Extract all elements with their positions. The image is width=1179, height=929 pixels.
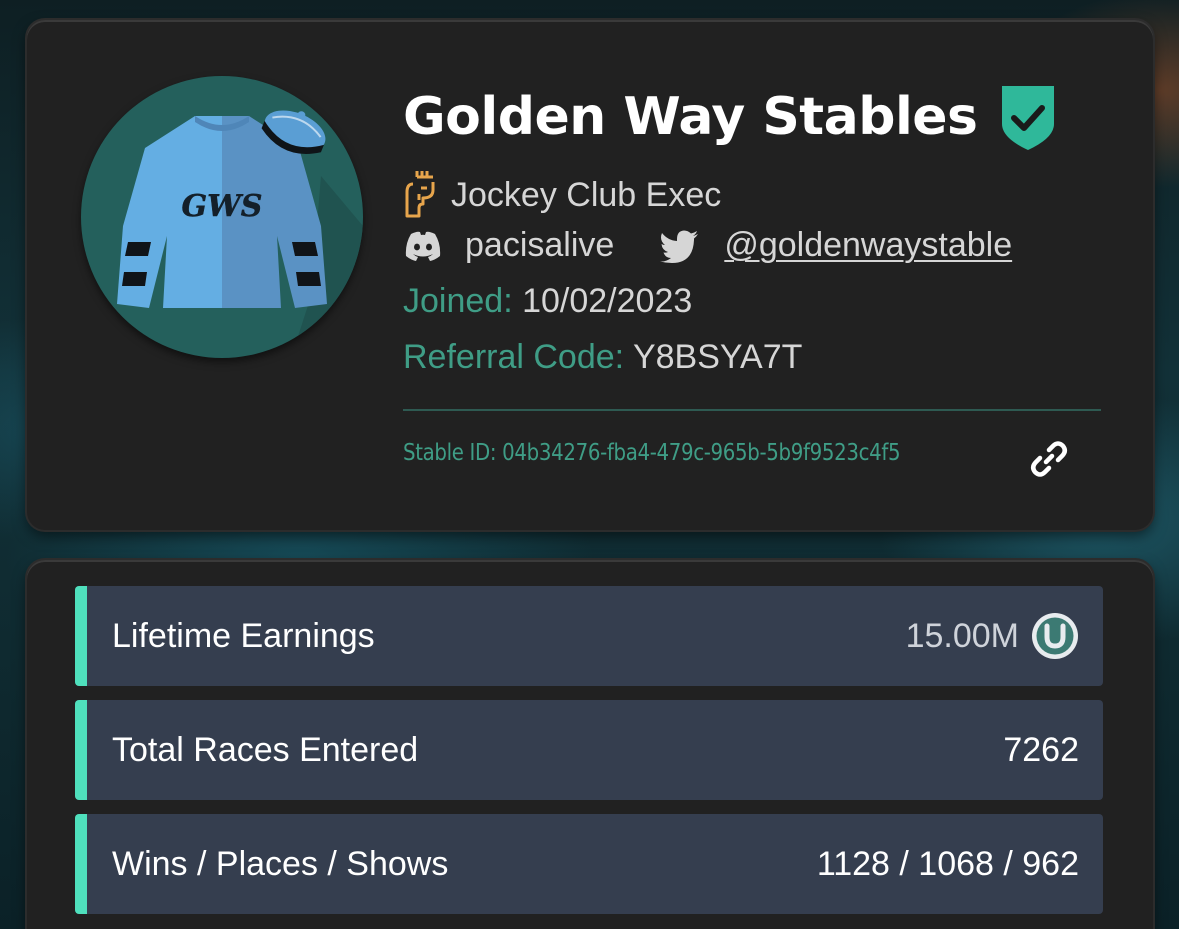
horseshoe-coin-icon (1032, 613, 1078, 659)
divider (403, 409, 1101, 411)
stat-value: 7262 (1003, 730, 1079, 769)
social-links-row: pacisalive @goldenwaystable (403, 226, 1012, 265)
joined-label: Joined: (403, 282, 513, 320)
stat-accent-bar (75, 814, 87, 914)
stat-value: 1128 / 1068 / 962 (816, 844, 1079, 883)
stat-label: Lifetime Earnings (112, 616, 375, 655)
svg-text:GWS: GWS (182, 189, 263, 224)
stat-label: Wins / Places / Shows (112, 844, 449, 883)
stable-profile-card: GWS Golden Way Stables Jockey Club Exec (27, 20, 1153, 530)
stable-name: Golden Way Stables (403, 87, 978, 147)
stat-row-lifetime-earnings: Lifetime Earnings 15.00M (75, 586, 1103, 686)
discord-handle: pacisalive (465, 226, 615, 264)
rank-title: Jockey Club Exec (451, 175, 722, 214)
castle-tower-icon (405, 171, 435, 218)
stable-id-row: Stable ID: 04b34276-fba4-479c-965b-5b9f9… (403, 440, 981, 466)
stat-row-wins-places-shows: Wins / Places / Shows 1128 / 1068 / 962 (75, 814, 1103, 914)
stable-id: Stable ID: 04b34276-fba4-479c-965b-5b9f9… (403, 440, 901, 466)
twitter-icon (660, 230, 699, 263)
referral-row: Referral Code: Y8BSYA7T (403, 338, 802, 377)
twitter-handle-link[interactable]: @goldenwaystable (724, 226, 1012, 265)
referral-label: Referral Code: (403, 338, 625, 376)
stat-value: 15.00M (906, 586, 1079, 686)
stable-name-row: Golden Way Stables (403, 82, 1058, 152)
stat-row-total-races: Total Races Entered 7262 (75, 700, 1103, 800)
joined-row: Joined: 10/02/2023 (403, 282, 692, 321)
link-icon[interactable] (1029, 439, 1069, 479)
joined-date: 10/02/2023 (522, 282, 693, 320)
rank-row: Jockey Club Exec (403, 168, 721, 222)
stat-label: Total Races Entered (112, 730, 419, 769)
discord-icon (405, 231, 441, 261)
stable-silks-avatar: GWS (81, 76, 363, 358)
stable-stats-card: Lifetime Earnings 15.00M Total Races Ent… (27, 560, 1153, 929)
referral-code: Y8BSYA7T (632, 338, 803, 376)
stat-accent-bar (75, 586, 87, 686)
shield-check-icon (1001, 86, 1054, 150)
stat-accent-bar (75, 700, 87, 800)
